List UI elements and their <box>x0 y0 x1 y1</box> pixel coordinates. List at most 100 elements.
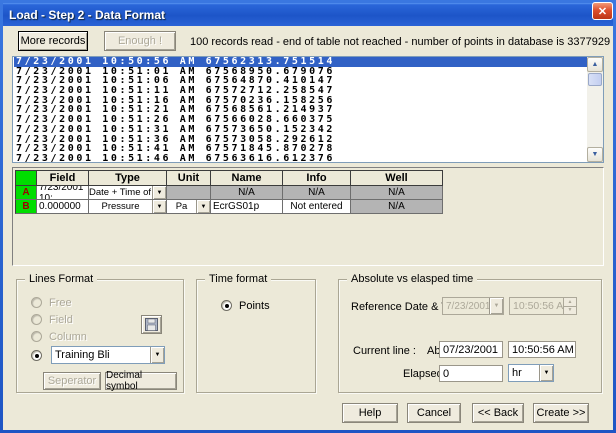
create-button[interactable]: Create >> <box>533 403 589 423</box>
records-listbox[interactable]: 7/23/2001 10:50:56 AM 67562313.751514 7/… <box>12 56 604 163</box>
absolute-elapsed-title: Absolute vs elasped time <box>347 273 477 285</box>
create-button-label: Create >> <box>537 407 586 419</box>
help-button[interactable]: Help <box>342 403 398 423</box>
absolute-date-value: 07/23/2001 <box>443 344 498 356</box>
help-button-label: Help <box>359 407 382 419</box>
scroll-up-icon: ▲ <box>592 61 599 68</box>
free-radio[interactable] <box>31 297 42 308</box>
field-radio-label: Field <box>49 314 73 326</box>
header-info: Info <box>283 170 351 186</box>
scroll-up-button[interactable]: ▲ <box>587 57 603 72</box>
lines-format-group: Lines Format Free Field Column Training … <box>16 279 184 393</box>
records-list: 7/23/2001 10:50:56 AM 67562313.751514 7/… <box>14 57 586 163</box>
reference-date-value: 7/23/2001 <box>443 301 489 312</box>
decimal-symbol-button-label: Decimal symbol <box>106 370 176 392</box>
row-a-name-cell: N/A <box>211 186 283 200</box>
absolute-time-field[interactable]: 10:50:56 AM <box>508 341 576 358</box>
row-b-type-combo[interactable]: Pressure ▼ <box>89 200 167 214</box>
row-b-unit-value: Pa <box>167 201 196 212</box>
row-a-type-combo[interactable]: Date + Time of Day ▼ <box>89 186 167 200</box>
elapsed-label: Elapsed <box>403 368 443 380</box>
absolute-time-value: 10:50:56 AM <box>512 344 574 356</box>
row-a-unit-cell <box>167 186 211 200</box>
corner-cell <box>15 170 37 186</box>
chevron-down-icon[interactable]: ▼ <box>152 200 166 213</box>
lines-format-title: Lines Format <box>25 273 97 285</box>
row-b-type-value: Pressure <box>89 201 152 212</box>
elapsed-unit-value: hr <box>509 367 539 379</box>
preset-combo[interactable]: Training Bli ▼ <box>51 346 165 364</box>
elapsed-value-text: 0 <box>443 368 449 380</box>
record-row[interactable]: 7/23/2001 10:51:46 AM 67563616.612376 <box>14 154 586 163</box>
dialog-body: More records Enough ! 100 records read -… <box>3 26 613 430</box>
column-radio-label: Column <box>49 331 87 343</box>
row-a-well-cell: N/A <box>351 186 443 200</box>
vertical-scrollbar[interactable]: ▲ ▼ <box>587 57 603 162</box>
spinner-up-icon[interactable]: ▲ <box>563 298 576 306</box>
points-radio[interactable] <box>221 300 232 311</box>
header-unit: Unit <box>167 170 211 186</box>
table-row: B 0.000000 Pressure ▼ Pa ▼ E <box>15 200 443 214</box>
scroll-down-button[interactable]: ▼ <box>587 147 603 162</box>
row-b-info-field[interactable]: Not entered <box>283 200 351 214</box>
separator-button[interactable]: Seperator <box>43 372 101 390</box>
cancel-button[interactable]: Cancel <box>407 403 461 423</box>
time-format-title: Time format <box>205 273 271 285</box>
reference-date-combo[interactable]: 7/23/2001 ▼ <box>442 297 504 315</box>
row-b-field-value[interactable]: 0.000000 <box>37 200 89 214</box>
preset-combo-value: Training Bli <box>52 349 150 361</box>
row-a-marker[interactable]: A <box>15 186 37 200</box>
reference-time-spinner[interactable]: 10:50:56 AM ▲ ▼ <box>509 297 577 315</box>
decimal-symbol-button[interactable]: Decimal symbol <box>105 372 177 390</box>
table-row: A 7/23/2001 10: Date + Time of Day ▼ N/A… <box>15 186 443 200</box>
back-button[interactable]: << Back <box>472 403 524 423</box>
more-records-button[interactable]: More records <box>18 31 88 51</box>
chevron-down-icon[interactable]: ▼ <box>539 365 553 381</box>
time-format-group: Time format Points <box>196 279 316 393</box>
chevron-down-icon[interactable]: ▼ <box>152 186 166 199</box>
save-format-button[interactable] <box>141 315 162 334</box>
window-title: Load - Step 2 - Data Format <box>9 8 165 22</box>
more-records-label: More records <box>21 35 86 47</box>
chevron-down-icon[interactable]: ▼ <box>489 298 503 314</box>
field-table: Field Type Unit Name Info Well A 7/23/20… <box>15 170 443 214</box>
current-line-label: Current line : <box>353 345 416 357</box>
header-type: Type <box>89 170 167 186</box>
row-a-info-cell: N/A <box>283 186 351 200</box>
save-icon <box>145 318 158 331</box>
absolute-date-field[interactable]: 07/23/2001 <box>439 341 503 358</box>
header-name: Name <box>211 170 283 186</box>
close-icon: ✕ <box>598 5 607 18</box>
cancel-button-label: Cancel <box>417 407 451 419</box>
back-button-label: << Back <box>478 407 518 419</box>
dialog-window: Load - Step 2 - Data Format ✕ More recor… <box>0 0 616 433</box>
field-radio[interactable] <box>31 314 42 325</box>
preset-radio[interactable] <box>31 350 42 361</box>
absolute-elapsed-group: Absolute vs elasped time Reference Date … <box>338 279 602 393</box>
row-b-name-field[interactable]: EcrGS01p <box>211 200 283 214</box>
enough-label: Enough ! <box>118 35 162 47</box>
close-button[interactable]: ✕ <box>592 2 613 20</box>
titlebar[interactable]: Load - Step 2 - Data Format <box>3 3 613 26</box>
column-radio[interactable] <box>31 331 42 342</box>
records-status-text: 100 records read - end of table not reac… <box>190 36 610 48</box>
row-a-type-value: Date + Time of Day <box>89 187 152 198</box>
reference-time-value: 10:50:56 AM <box>510 300 563 312</box>
separator-button-label: Seperator <box>48 375 96 387</box>
row-b-marker[interactable]: B <box>15 200 37 214</box>
elapsed-value-field[interactable]: 0 <box>439 365 503 382</box>
spinner-down-icon[interactable]: ▼ <box>563 306 576 315</box>
row-a-field-value[interactable]: 7/23/2001 10: <box>37 186 89 200</box>
chevron-down-icon[interactable]: ▼ <box>196 200 210 213</box>
header-field: Field <box>37 170 89 186</box>
free-radio-label: Free <box>49 297 72 309</box>
scrollbar-thumb[interactable] <box>588 73 602 86</box>
enough-button[interactable]: Enough ! <box>104 31 176 51</box>
elapsed-unit-combo[interactable]: hr ▼ <box>508 364 554 382</box>
scroll-down-icon: ▼ <box>592 151 599 158</box>
header-well: Well <box>351 170 443 186</box>
field-table-panel: Field Type Unit Name Info Well A 7/23/20… <box>12 167 604 266</box>
row-b-well-cell: N/A <box>351 200 443 214</box>
chevron-down-icon[interactable]: ▼ <box>150 347 164 363</box>
row-b-unit-combo[interactable]: Pa ▼ <box>167 200 211 214</box>
